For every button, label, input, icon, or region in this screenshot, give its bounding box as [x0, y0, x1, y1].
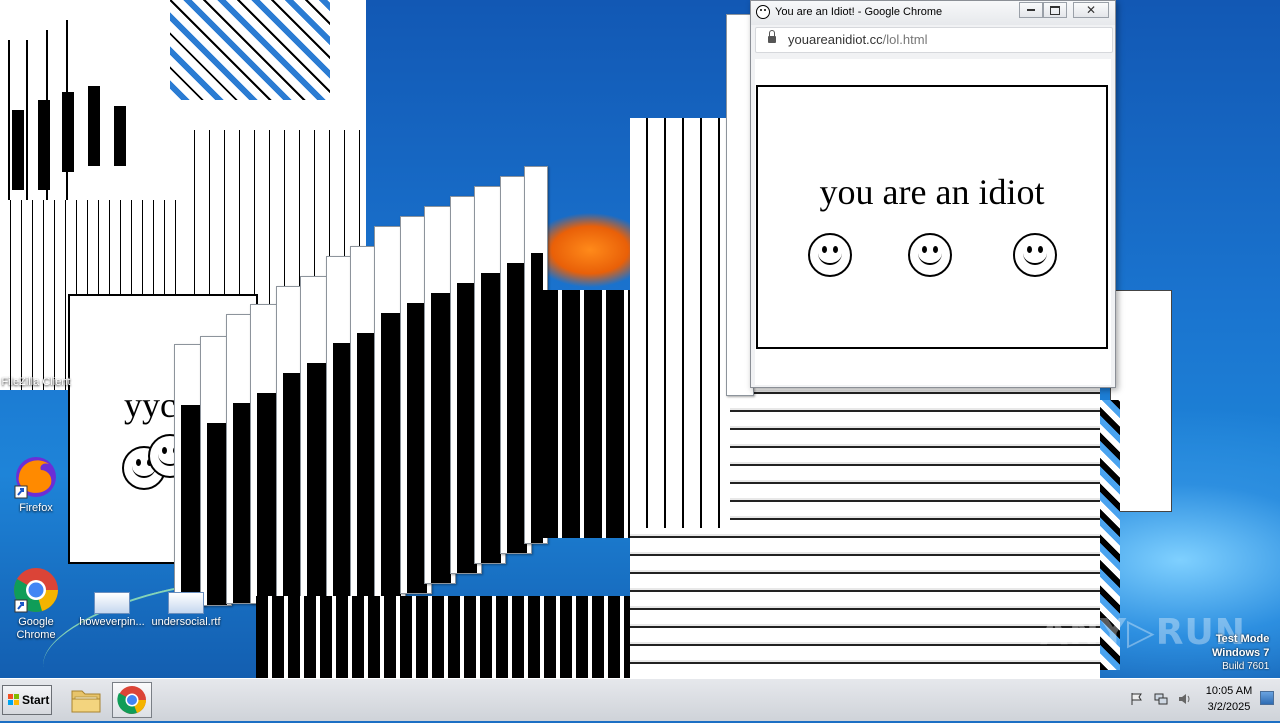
- address-bar[interactable]: youareanidiot.cc/lol.html: [755, 27, 1113, 53]
- folder-icon: [71, 690, 101, 713]
- desktop-icon-label: howeverpin...: [79, 616, 145, 628]
- desktop-icon-label: undersocial.rtf: [151, 616, 221, 628]
- firefox-icon: [14, 457, 56, 499]
- desktop-icon-firefox[interactable]: Firefox: [0, 454, 74, 515]
- maximize-button[interactable]: [1043, 2, 1067, 18]
- volume-icon[interactable]: [1178, 692, 1192, 706]
- url-path: /lol.html: [882, 32, 928, 47]
- chrome-icon: [117, 686, 146, 714]
- desktop-icon-label: Google Chrome: [16, 616, 56, 641]
- desktop-icon-howeverpin[interactable]: howeverpin...: [74, 592, 150, 629]
- desktop-icon-google-chrome[interactable]: Google Chrome: [0, 566, 74, 642]
- url-host: youareanidiot.cc: [788, 32, 883, 47]
- desktop-icon-label: Firefox: [19, 502, 53, 514]
- chrome-window-you-are-an-idiot[interactable]: You are an Idiot! - Google Chrome ✕ youa…: [750, 0, 1116, 388]
- window-titlebar[interactable]: You are an Idiot! - Google Chrome ✕: [751, 1, 1115, 25]
- show-desktop-button[interactable]: [1260, 691, 1274, 705]
- smiley-icon: [808, 233, 852, 277]
- taskbar-windows-explorer[interactable]: [66, 682, 106, 718]
- idiot-message-fragment: yyc: [124, 385, 176, 425]
- action-center-flag-icon[interactable]: [1130, 692, 1144, 706]
- smiley-icon: [1013, 233, 1057, 277]
- document-icon: [94, 592, 130, 614]
- web-page: you are an idiot: [755, 59, 1111, 385]
- close-icon: ✕: [1085, 3, 1097, 17]
- watermark-line: Test Mode: [1215, 633, 1270, 645]
- watermark-line: Build 7601: [1222, 661, 1270, 672]
- lock-icon: [768, 30, 776, 43]
- desktop: yyc FileZilla Client Firefox Google Chro…: [0, 0, 1280, 678]
- minimize-button[interactable]: [1019, 2, 1043, 18]
- clock-time[interactable]: 10:05 AM: [1200, 685, 1258, 697]
- test-mode-watermark: Test Mode Windows 7 Build 7601: [1212, 632, 1269, 674]
- minimize-icon: [1027, 9, 1035, 12]
- taskbar: Start 10:05 AM 3/2/2025: [0, 678, 1280, 721]
- desktop-icon-filezilla[interactable]: FileZilla Client: [0, 340, 74, 389]
- smiley-favicon-icon: [756, 5, 770, 19]
- start-button[interactable]: Start: [2, 685, 52, 715]
- clock-date[interactable]: 3/2/2025: [1200, 701, 1258, 713]
- rtf-document-icon: [168, 592, 204, 614]
- window-title: You are an Idiot! - Google Chrome: [775, 6, 943, 18]
- close-button[interactable]: ✕: [1073, 2, 1109, 18]
- idiot-message: you are an idiot: [819, 172, 1045, 212]
- network-icon[interactable]: [1154, 692, 1168, 706]
- smiley-icon: [908, 233, 952, 277]
- windows-logo-icon: [8, 694, 20, 706]
- taskbar-google-chrome[interactable]: [112, 682, 152, 718]
- watermark-line: Windows 7: [1212, 647, 1270, 659]
- maximize-icon: [1050, 5, 1060, 15]
- start-label: Start: [22, 693, 50, 707]
- idiot-message-box: you are an idiot: [756, 85, 1108, 349]
- desktop-icon-undersocial[interactable]: undersocial.rtf: [148, 592, 224, 629]
- url-text: youareanidiot.cc/lol.html: [788, 32, 927, 47]
- chrome-icon: [14, 568, 58, 613]
- desktop-icon-label: FileZilla Client: [1, 376, 71, 388]
